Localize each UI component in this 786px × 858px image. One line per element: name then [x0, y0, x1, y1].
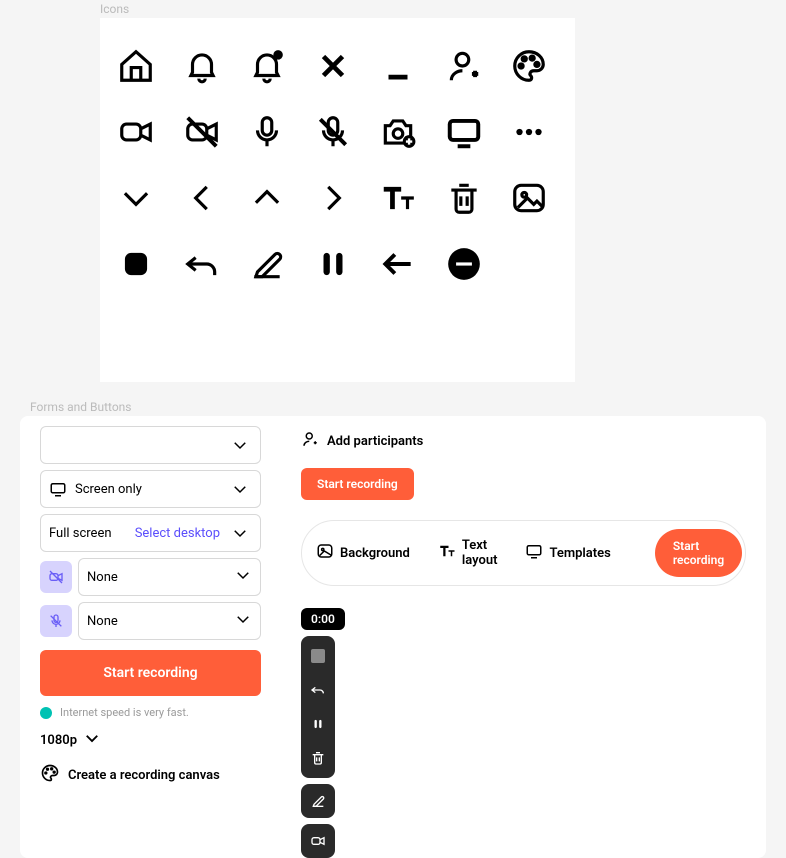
mic-icon	[243, 108, 291, 156]
camera-plus-icon	[374, 108, 422, 156]
trash-icon	[440, 174, 488, 222]
tool-pause[interactable]	[304, 710, 332, 738]
text-layout-icon	[374, 174, 422, 222]
seg-text-layout[interactable]: Text layout	[434, 532, 502, 574]
chevron-down-icon	[228, 524, 252, 542]
desktop-select[interactable]: Full screen Select desktop	[40, 514, 261, 552]
source-select[interactable]: Screen only	[40, 470, 261, 508]
forms-left: Screen only Full screen Select desktop N…	[40, 426, 261, 858]
stop-icon	[112, 240, 160, 288]
camera-toggle[interactable]	[40, 561, 72, 593]
chevron-right-icon	[309, 174, 357, 222]
user-plus-icon	[440, 42, 488, 90]
segmented-toolbar: Background Text layout Templates Start r…	[301, 520, 746, 586]
bell-icon	[178, 42, 226, 90]
chevron-down-icon	[228, 480, 252, 498]
empty-select[interactable]	[40, 426, 261, 464]
icons-panel	[100, 18, 575, 382]
forms-area: Screen only Full screen Select desktop N…	[20, 416, 766, 858]
more-icon	[505, 108, 553, 156]
monitor-icon	[525, 542, 543, 564]
section-label-forms: Forms and Buttons	[0, 398, 786, 416]
seg-start-recording[interactable]: Start recording	[655, 529, 742, 577]
undo-icon	[178, 240, 226, 288]
close-icon	[309, 42, 357, 90]
mic-toggle[interactable]	[40, 605, 72, 637]
select-desktop-link[interactable]: Select desktop	[135, 526, 220, 541]
status-text: Internet speed is very fast.	[60, 706, 189, 719]
camera-row: None	[40, 558, 261, 596]
image-icon	[505, 174, 553, 222]
seg-templates-label: Templates	[549, 546, 610, 561]
mic-off-icon	[309, 108, 357, 156]
camera-select-label: None	[87, 570, 234, 585]
minimize-icon	[374, 42, 422, 90]
tool-video[interactable]	[301, 824, 335, 858]
mic-select-label: None	[87, 614, 234, 629]
tool-undo[interactable]	[304, 676, 332, 704]
video-off-icon	[178, 108, 226, 156]
mic-select[interactable]: None	[78, 602, 261, 640]
tool-trash[interactable]	[304, 744, 332, 772]
seg-background[interactable]: Background	[312, 536, 414, 570]
chevron-left-icon	[178, 174, 226, 222]
create-canvas-label: Create a recording canvas	[68, 768, 220, 783]
tool-group	[301, 636, 335, 778]
tool-stop[interactable]	[304, 642, 332, 670]
camera-select[interactable]: None	[78, 558, 261, 596]
section-label-icons: Icons	[0, 0, 786, 18]
seg-templates[interactable]: Templates	[521, 536, 614, 570]
add-participants-label: Add participants	[327, 434, 423, 449]
seg-text-layout-label: Text layout	[462, 538, 498, 568]
desktop-select-label: Full screen	[49, 526, 135, 541]
remove-icon	[440, 240, 488, 288]
user-plus-icon	[301, 430, 319, 452]
status-indicator	[40, 707, 52, 719]
add-participants-button[interactable]: Add participants	[301, 430, 746, 452]
palette-icon	[40, 763, 60, 787]
create-canvas-button[interactable]: Create a recording canvas	[40, 763, 261, 787]
chevron-down-icon	[234, 566, 252, 588]
monitor-icon	[49, 480, 67, 498]
quality-label: 1080p	[40, 733, 77, 748]
quality-select[interactable]: 1080p	[40, 729, 261, 751]
status-row: Internet speed is very fast.	[40, 706, 261, 719]
chevron-down-icon	[234, 610, 252, 632]
start-recording-small-button[interactable]: Start recording	[301, 468, 414, 500]
chevron-down-icon	[228, 436, 252, 454]
image-icon	[316, 542, 334, 564]
mic-row: None	[40, 602, 261, 640]
seg-background-label: Background	[340, 546, 410, 561]
pause-icon	[309, 240, 357, 288]
arrow-left-icon	[374, 240, 422, 288]
monitor-icon	[440, 108, 488, 156]
text-layout-icon	[438, 542, 456, 564]
palette-icon	[505, 42, 553, 90]
bell-badge-icon	[243, 42, 291, 90]
forms-right: Add participants Start recording Backgro…	[301, 426, 746, 858]
chevron-down-icon	[83, 729, 101, 751]
tool-column	[301, 636, 746, 858]
start-recording-button[interactable]: Start recording	[40, 650, 261, 696]
chevron-up-icon	[243, 174, 291, 222]
edit-icon	[243, 240, 291, 288]
video-icon	[112, 108, 160, 156]
source-select-label: Screen only	[75, 482, 228, 497]
chevron-down-icon	[112, 174, 160, 222]
home-icon	[112, 42, 160, 90]
timer-display: 0:00	[301, 608, 345, 630]
